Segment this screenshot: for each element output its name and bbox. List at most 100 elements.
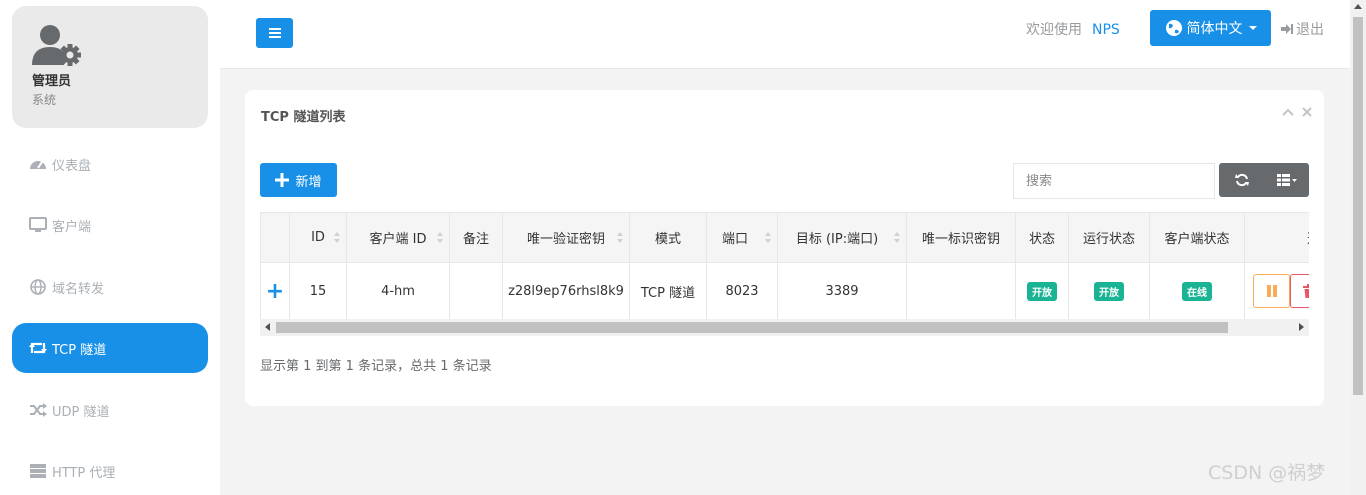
sidebar-item-label: HTTP 代理	[52, 465, 116, 481]
hamburger-icon	[268, 28, 281, 38]
profile-role: 系统	[32, 93, 57, 107]
welcome-label: 欢迎使用	[1026, 22, 1082, 38]
th-expand	[260, 212, 290, 263]
sort-icon	[894, 232, 900, 244]
th-port[interactable]: 端口	[706, 212, 778, 263]
sidebar: 管理员 系统 仪表盘 客户端 域名转发 TCP 隧道 UDP 隧道 HTTP 代…	[0, 0, 220, 495]
cell-verify-key: z28l9ep76rhsl8k9	[502, 262, 630, 320]
retweet-icon	[28, 340, 48, 356]
brand-link[interactable]: NPS	[1092, 22, 1120, 38]
table-header-row: ID 客户端 ID 备注 唯一验证密钥 模式 端口 目标 (IP:端口) 唯一标…	[260, 212, 1309, 263]
cell-remark	[449, 262, 503, 320]
plus-icon	[275, 173, 290, 187]
scroll-up-arrow-icon[interactable]	[1354, 4, 1362, 9]
globe-icon	[28, 279, 48, 295]
card-tools	[1282, 106, 1312, 120]
th-client-status: 客户端状态	[1149, 212, 1245, 263]
server-icon	[28, 463, 48, 479]
status-badge: 开放	[1027, 281, 1057, 301]
pause-button[interactable]	[1253, 274, 1290, 308]
th-target[interactable]: 目标 (IP:端口)	[777, 212, 907, 263]
sidebar-item-domain-forward[interactable]: 域名转发	[12, 262, 208, 312]
globe-icon	[1165, 20, 1182, 36]
pause-icon	[1266, 285, 1277, 297]
th-label: 唯一验证密钥	[526, 232, 605, 247]
sidebar-item-label: 客户端	[52, 219, 92, 235]
cell-port: 8023	[706, 262, 778, 320]
logout-link[interactable]: 退出	[1280, 19, 1324, 39]
sidebar-item-label: TCP 隧道	[52, 342, 107, 358]
th-list-icon	[1276, 174, 1297, 186]
tunnel-table-wrapper: ID 客户端 ID 备注 唯一验证密钥 模式 端口 目标 (IP:端口) 唯一标…	[260, 212, 1309, 336]
pagination-summary: 显示第 1 到第 1 条记录，总共 1 条记录	[260, 359, 492, 374]
card-title: TCP 隧道列表	[261, 110, 346, 125]
cell-mode: TCP 隧道	[629, 262, 707, 320]
scroll-right-arrow-icon[interactable]	[1299, 323, 1304, 331]
add-tunnel-button[interactable]: 新增	[260, 163, 337, 197]
table-row: + 15 4-hm z28l9ep76rhsl8k9 TCP 隧道 8023 3…	[260, 262, 1309, 320]
sidebar-item-tcp-tunnel[interactable]: TCP 隧道	[12, 323, 208, 373]
sidebar-item-label: 域名转发	[52, 281, 105, 297]
desktop-icon	[28, 217, 48, 233]
top-navbar: 欢迎使用 NPS 简体中文 退出	[220, 0, 1350, 69]
welcome-text: 欢迎使用 NPS	[1026, 19, 1120, 39]
scroll-left-arrow-icon[interactable]	[265, 323, 270, 331]
th-run-status: 运行状态	[1068, 212, 1150, 263]
tcp-tunnel-card: TCP 隧道列表 新增 ID 客户端 I	[245, 90, 1324, 406]
close-icon[interactable]	[1302, 106, 1312, 120]
shuffle-icon	[28, 402, 48, 418]
th-label: 客户端 ID	[369, 232, 427, 247]
th-mode: 模式	[629, 212, 707, 263]
cell-unique-key	[906, 262, 1016, 320]
sidebar-item-label: UDP 隧道	[52, 404, 110, 420]
logout-label: 退出	[1296, 22, 1324, 38]
expand-row-icon[interactable]: +	[266, 279, 284, 304]
sort-icon	[437, 232, 443, 244]
caret-down-icon	[1248, 26, 1257, 30]
profile-name: 管理员	[32, 74, 72, 89]
delete-button[interactable]	[1290, 274, 1309, 308]
collapse-icon[interactable]	[1282, 106, 1294, 120]
sort-icon	[334, 232, 340, 244]
th-status: 状态	[1015, 212, 1069, 263]
client-status-badge: 在线	[1182, 281, 1212, 301]
table-horizontal-scrollbar[interactable]	[260, 319, 1309, 336]
th-id[interactable]: ID	[289, 212, 347, 263]
toggle-sidebar-button[interactable]	[256, 18, 293, 48]
add-label: 新增	[295, 174, 322, 190]
sidebar-item-dashboard[interactable]: 仪表盘	[12, 139, 208, 189]
cell-client-id: 4-hm	[346, 262, 450, 320]
th-unique-key: 唯一标识密钥	[906, 212, 1016, 263]
page-scroll-thumb[interactable]	[1353, 17, 1363, 395]
sidebar-item-clients[interactable]: 客户端	[12, 200, 208, 250]
sidebar-item-udp-tunnel[interactable]: UDP 隧道	[12, 385, 208, 435]
user-profile: 管理员 系统	[12, 6, 208, 128]
th-label: 端口	[721, 232, 748, 247]
trash-icon	[1302, 284, 1309, 298]
run-status-badge: 开放	[1094, 281, 1124, 301]
watermark: CSDN @祸梦	[1208, 462, 1326, 484]
search-input[interactable]	[1013, 163, 1215, 199]
tunnel-table: ID 客户端 ID 备注 唯一验证密钥 模式 端口 目标 (IP:端口) 唯一标…	[260, 212, 1309, 320]
refresh-icon	[1234, 173, 1249, 187]
th-client-id[interactable]: 客户端 ID	[346, 212, 450, 263]
cell-target: 3389	[777, 262, 907, 320]
language-label: 简体中文	[1186, 21, 1243, 37]
th-label: ID	[311, 230, 325, 245]
sort-icon	[765, 232, 771, 244]
cell-id: 15	[289, 262, 347, 320]
th-actions: 选	[1244, 212, 1309, 263]
th-remark: 备注	[449, 212, 503, 263]
table-toolbar	[1219, 163, 1309, 197]
page-scrollbar[interactable]	[1350, 0, 1366, 495]
admin-user-icon	[32, 25, 81, 66]
columns-toggle-button[interactable]	[1264, 163, 1309, 197]
th-verify-key[interactable]: 唯一验证密钥	[502, 212, 630, 263]
sort-icon	[617, 232, 623, 244]
dashboard-icon	[28, 156, 48, 172]
language-dropdown[interactable]: 简体中文	[1150, 10, 1271, 46]
sidebar-item-http-proxy[interactable]: HTTP 代理	[12, 446, 208, 495]
table-scroll-thumb[interactable]	[276, 322, 1228, 333]
refresh-button[interactable]	[1219, 163, 1264, 197]
sign-out-icon	[1281, 24, 1293, 34]
